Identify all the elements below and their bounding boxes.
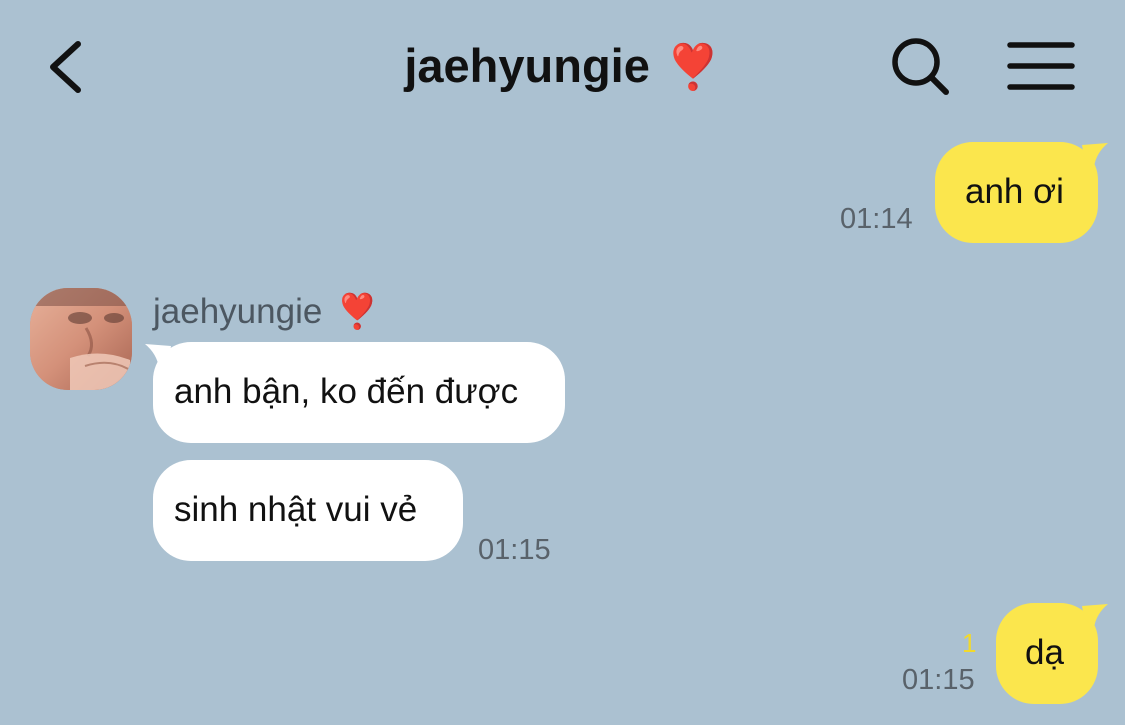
heart-exclamation-icon: ❣️: [665, 43, 721, 92]
search-icon: [892, 38, 949, 95]
message-time: 01:15: [902, 664, 975, 696]
message-time: 01:15: [478, 534, 551, 566]
message-text: anh bận, ko đến được: [174, 372, 519, 411]
menu-button[interactable]: [1006, 40, 1076, 92]
search-button[interactable]: [888, 34, 952, 98]
avatar[interactable]: [30, 288, 132, 390]
their-message-bubble[interactable]: sinh nhật vui vẻ: [153, 460, 463, 561]
message-text: anh ơi: [965, 172, 1064, 211]
chat-title-text: jaehyungie: [404, 39, 650, 92]
bubble-tail: [1082, 143, 1108, 167]
my-message-bubble[interactable]: anh ơi: [935, 142, 1098, 243]
sender-name: jaehyungie ❣️: [153, 290, 379, 334]
chat-title: jaehyungie ❣️: [0, 36, 1125, 98]
their-message-bubble[interactable]: anh bận, ko đến được: [153, 342, 565, 443]
heart-exclamation-icon: ❣️: [336, 293, 379, 331]
message-text: sinh nhật vui vẻ: [174, 490, 418, 529]
unread-count: 1: [962, 628, 977, 658]
bubble-tail: [1082, 604, 1108, 628]
message-text: dạ: [1025, 633, 1064, 672]
avatar-photo: [30, 288, 132, 390]
chat-screen: jaehyungie ❣️ 01:14 anh ơi jaehyungie ❣️…: [0, 0, 1125, 725]
hamburger-menu-icon: [1007, 42, 1075, 90]
sender-name-text: jaehyungie: [153, 292, 323, 331]
message-time: 01:14: [840, 203, 913, 235]
